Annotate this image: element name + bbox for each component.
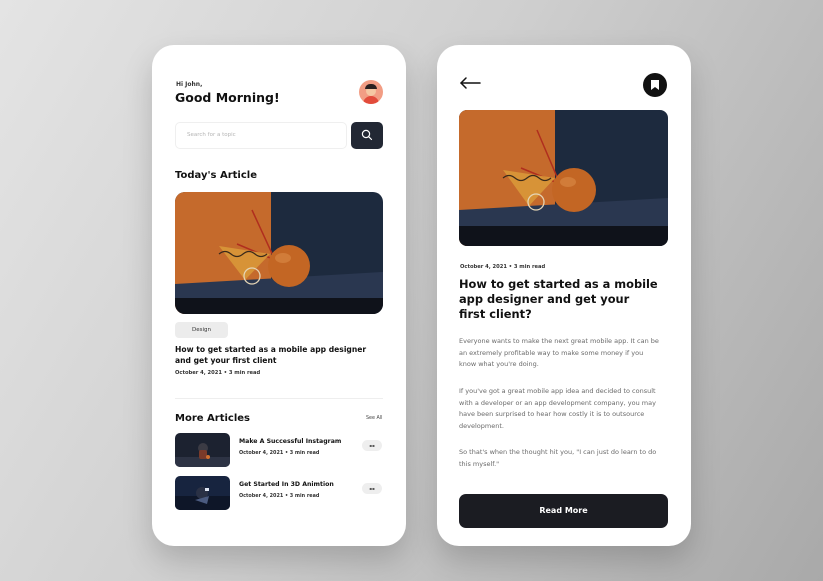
bookmark-icon: ▪▪ — [369, 443, 375, 448]
search-button[interactable] — [351, 122, 383, 149]
todays-article-title[interactable]: How to get started as a mobile app desig… — [175, 344, 375, 366]
avatar[interactable] — [359, 80, 383, 104]
list-item[interactable]: Get Started In 3D Animtion October 4, 20… — [175, 476, 383, 512]
article-meta: October 4, 2021 • 3 min read — [460, 264, 546, 270]
greeting-small: Hi John, — [176, 81, 203, 88]
bookmark-icon: ▪▪ — [369, 486, 375, 491]
list-item[interactable]: Make A Successful Instagram October 4, 2… — [175, 433, 383, 469]
search-icon — [361, 129, 373, 141]
article-title: Get Started In 3D Animtion — [239, 481, 334, 488]
article-title: How to get started as a mobile app desig… — [459, 277, 658, 321]
article-detail-screen: October 4, 2021 • 3 min read How to get … — [437, 45, 691, 546]
more-articles-heading: More Articles — [175, 413, 250, 424]
todays-article-image[interactable] — [175, 192, 383, 314]
read-more-button[interactable]: Read More — [459, 494, 668, 528]
article-meta: October 4, 2021 • 3 min read — [239, 450, 320, 456]
article-thumbnail — [175, 476, 230, 510]
search-input[interactable]: Search for a topic — [175, 122, 347, 149]
see-all-link[interactable]: See All — [366, 416, 382, 421]
back-button[interactable] — [459, 75, 481, 91]
arrow-left-icon — [460, 77, 481, 89]
article-paragraph: Everyone wants to make the next great mo… — [459, 337, 659, 368]
todays-article-heading: Today's Article — [175, 170, 257, 181]
category-tag[interactable]: Design — [175, 322, 228, 338]
bookmark-button[interactable]: ▪▪ — [362, 440, 382, 451]
article-hero-image — [459, 110, 668, 246]
article-paragraph: If you've got a great mobile app idea an… — [459, 387, 656, 430]
article-thumbnail — [175, 433, 230, 467]
bookmark-button[interactable]: ▪▪ — [362, 483, 382, 494]
bookmark-button[interactable] — [643, 73, 667, 97]
greeting-title: Good Morning! — [175, 90, 280, 105]
article-meta: October 4, 2021 • 3 min read — [239, 493, 320, 499]
divider — [175, 398, 383, 399]
todays-article-meta: October 4, 2021 • 3 min read — [175, 370, 261, 376]
article-paragraph: So that's when the thought hit you, "I c… — [459, 448, 657, 468]
article-title: Make A Successful Instagram — [239, 438, 342, 445]
bookmark-icon — [651, 80, 659, 90]
home-screen: Hi John, Good Morning! Search for a topi… — [152, 45, 406, 546]
